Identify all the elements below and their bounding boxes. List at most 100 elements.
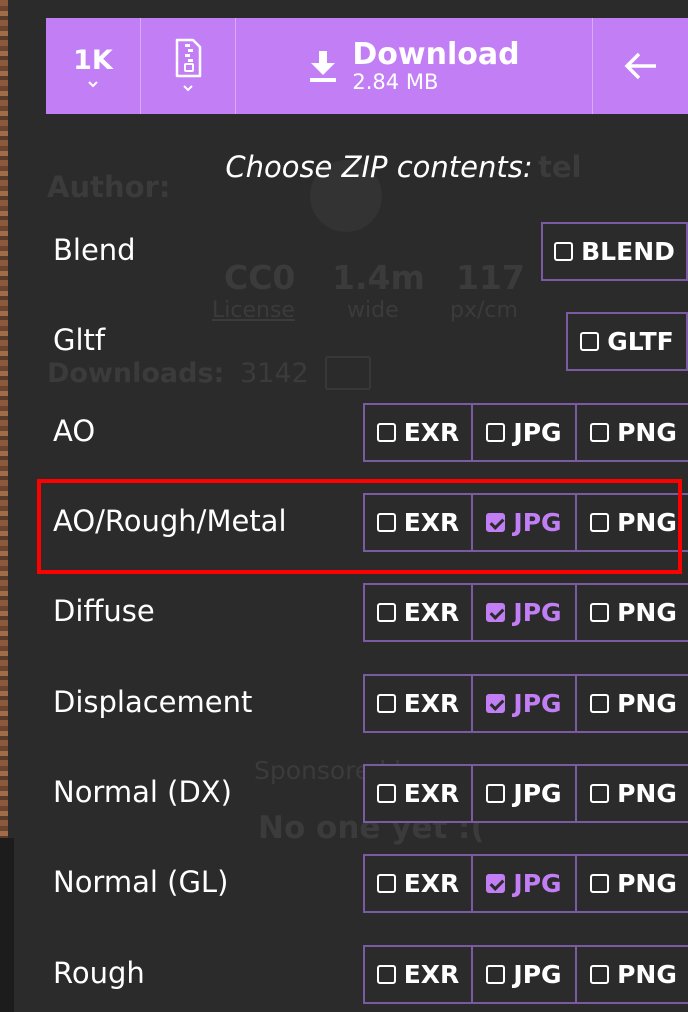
download-toolbar: 1K Download 2.84 MB <box>46 18 688 114</box>
option-blend[interactable]: BLEND <box>541 222 688 281</box>
checkbox-icon <box>590 694 610 713</box>
option-label: PNG <box>617 418 677 447</box>
ghost-downloads-label: Downloads: <box>47 358 225 389</box>
option-label: EXR <box>403 418 460 447</box>
ghost-width-label: wide <box>347 298 399 323</box>
back-button[interactable] <box>593 18 688 114</box>
option-label: PNG <box>617 869 677 898</box>
checkbox-icon <box>376 784 396 803</box>
resolution-label: 1K <box>73 44 113 76</box>
option-png[interactable]: PNG <box>575 403 688 462</box>
option-exr[interactable]: EXR <box>363 945 473 1004</box>
ghost-license-value: CC0 <box>224 258 296 297</box>
option-label: JPG <box>513 418 562 447</box>
row-label-diffuse: Diffuse <box>53 594 155 628</box>
option-label: EXR <box>403 869 460 898</box>
option-group-diffuse: EXR JPG PNG <box>363 583 688 642</box>
row-label-rough: Rough <box>53 956 145 990</box>
checkbox-icon <box>590 965 610 984</box>
option-png[interactable]: PNG <box>575 583 688 642</box>
row-label-blend: Blend <box>53 233 136 267</box>
checkbox-icon <box>376 874 396 893</box>
row-label-normal-dx: Normal (DX) <box>53 775 232 809</box>
option-gltf[interactable]: GLTF <box>566 312 688 371</box>
option-label: EXR <box>403 689 460 718</box>
option-label: PNG <box>617 779 677 808</box>
option-label: JPG <box>513 960 562 989</box>
checkbox-icon <box>376 513 396 532</box>
option-group-displacement: EXR JPG PNG <box>363 674 688 733</box>
row-label-normal-gl: Normal (GL) <box>53 865 229 899</box>
option-label: EXR <box>403 960 460 989</box>
option-group-ao: EXR JPG PNG <box>363 403 688 462</box>
option-jpg[interactable]: JPG <box>471 854 577 913</box>
checkbox-icon <box>590 784 610 803</box>
checkbox-icon <box>486 784 506 803</box>
chevron-down-icon <box>88 80 98 87</box>
option-label: JPG <box>513 508 562 537</box>
option-exr[interactable]: EXR <box>363 854 473 913</box>
option-exr[interactable]: EXR <box>363 583 473 642</box>
option-group-blend: BLEND <box>541 222 688 281</box>
option-jpg[interactable]: JPG <box>471 493 577 552</box>
option-label: PNG <box>617 960 677 989</box>
background-texture-strip <box>0 0 8 838</box>
option-png[interactable]: PNG <box>575 945 688 1004</box>
checkbox-icon <box>376 423 396 442</box>
download-icon <box>310 51 337 82</box>
option-label: JPG <box>513 598 562 627</box>
download-title: Download <box>352 36 520 72</box>
row-label-ao: AO <box>53 414 96 448</box>
ghost-license-label: License <box>212 298 295 323</box>
option-label: JPG <box>513 779 562 808</box>
ghost-chart-icon <box>325 356 371 390</box>
option-group-gltf: GLTF <box>566 312 688 371</box>
row-label-gltf: Gltf <box>53 323 106 357</box>
checkbox-icon <box>590 603 610 622</box>
option-group-ao-rough-metal: EXR JPG PNG <box>363 493 688 552</box>
option-label: EXR <box>403 779 460 808</box>
zip-format-select[interactable] <box>141 18 235 114</box>
option-label: EXR <box>403 598 460 627</box>
checkbox-icon <box>590 874 610 893</box>
option-group-normal-dx: EXR JPG PNG <box>363 764 688 823</box>
checkbox-icon <box>376 965 396 984</box>
option-png[interactable]: PNG <box>575 764 688 823</box>
checkbox-icon <box>486 423 506 442</box>
zip-file-icon <box>175 38 202 78</box>
background-dark-edge <box>0 838 14 1012</box>
option-group-normal-gl: EXR JPG PNG <box>363 854 688 913</box>
checkbox-checked-icon <box>486 603 506 622</box>
chevron-down-icon <box>183 85 193 92</box>
checkbox-checked-icon <box>486 513 506 532</box>
option-label: JPG <box>513 689 562 718</box>
checkbox-icon <box>376 603 396 622</box>
resolution-select[interactable]: 1K <box>46 18 140 114</box>
checkbox-checked-icon <box>486 694 506 713</box>
option-jpg[interactable]: JPG <box>471 764 577 823</box>
option-group-rough: EXR JPG PNG <box>363 945 688 1004</box>
option-png[interactable]: PNG <box>575 493 688 552</box>
option-png[interactable]: PNG <box>575 854 688 913</box>
checkbox-icon <box>580 332 600 351</box>
option-jpg[interactable]: JPG <box>471 674 577 733</box>
ghost-width-value: 1.4m <box>332 258 425 297</box>
option-exr[interactable]: EXR <box>363 493 473 552</box>
checkbox-icon <box>590 423 610 442</box>
option-exr[interactable]: EXR <box>363 674 473 733</box>
option-label: JPG <box>513 869 562 898</box>
option-jpg[interactable]: JPG <box>471 583 577 642</box>
download-size: 2.84 MB <box>352 69 439 94</box>
option-exr[interactable]: EXR <box>363 764 473 823</box>
ghost-downloads-count: 3142 <box>240 358 309 389</box>
option-label: GLTF <box>607 327 674 356</box>
row-label-ao-rough-metal: AO/Rough/Metal <box>53 504 287 538</box>
download-button[interactable]: Download 2.84 MB <box>236 18 592 114</box>
option-png[interactable]: PNG <box>575 674 688 733</box>
checkbox-checked-icon <box>486 874 506 893</box>
option-jpg[interactable]: JPG <box>471 945 577 1004</box>
ghost-density-label: px/cm <box>450 298 518 323</box>
option-label: PNG <box>617 508 677 537</box>
option-jpg[interactable]: JPG <box>471 403 577 462</box>
option-exr[interactable]: EXR <box>363 403 473 462</box>
